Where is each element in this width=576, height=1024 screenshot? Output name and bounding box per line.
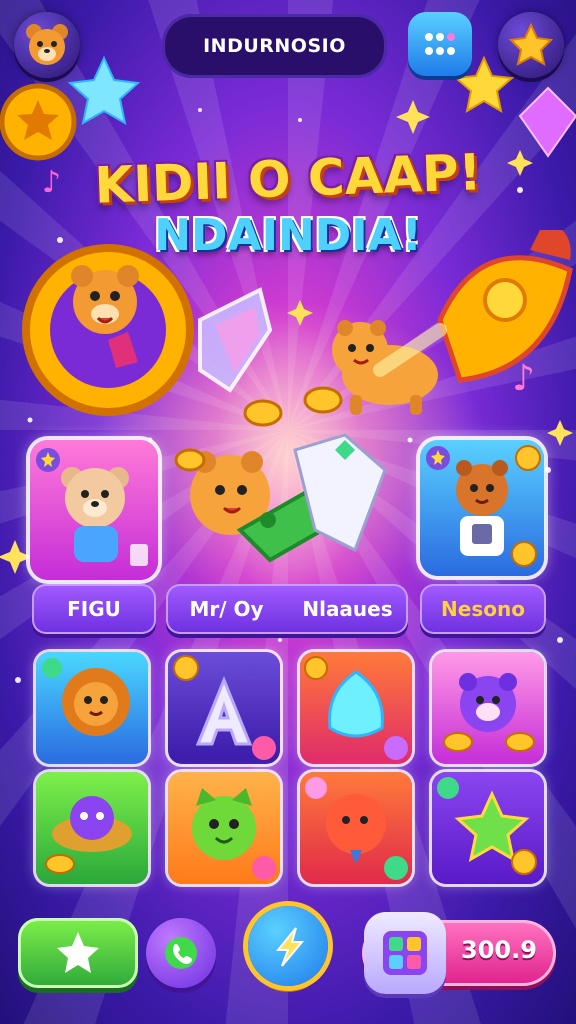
hero-artwork	[22, 230, 573, 427]
svg-text:♪: ♪	[42, 165, 61, 200]
crystal-gem-icon	[304, 656, 408, 760]
item-tile-1[interactable]	[36, 652, 148, 764]
letter-a-icon	[173, 655, 276, 760]
star-rewards-button[interactable]	[498, 12, 564, 78]
bear-face-icon	[26, 24, 68, 65]
red-bird-icon	[305, 777, 408, 880]
phone-icon	[165, 937, 197, 969]
lightning-icon	[275, 927, 305, 967]
center-character-art	[174, 433, 387, 563]
score-value: 300.9	[461, 936, 537, 964]
green-star-icon	[437, 777, 537, 875]
inventory-button[interactable]	[364, 912, 446, 994]
item-tile-7[interactable]	[300, 772, 412, 884]
ufo-creature-icon	[45, 796, 132, 874]
card-label-1[interactable]: FIGU	[32, 584, 156, 634]
item-tile-4[interactable]	[432, 652, 544, 764]
card-label-4[interactable]: Nesono	[420, 584, 546, 634]
avatar-button[interactable]	[14, 12, 80, 78]
star-icon	[57, 932, 99, 973]
star-icon	[508, 22, 554, 66]
card-label-2-group[interactable]: Mr/ Oy Nlaaues	[166, 584, 408, 634]
teddy-bear-icon	[36, 448, 148, 566]
card-label-2: Mr/ Oy	[189, 597, 264, 621]
grid-dots-icon	[425, 33, 455, 55]
squirrel-icon	[426, 445, 541, 567]
item-tile-3[interactable]	[300, 652, 412, 764]
purple-bear-icon	[443, 673, 535, 752]
item-tile-8[interactable]	[432, 772, 544, 884]
boost-button[interactable]	[248, 906, 328, 986]
green-cat-icon	[192, 788, 276, 880]
item-tile-2[interactable]	[168, 652, 280, 764]
friends-button[interactable]	[146, 918, 216, 988]
item-tile-5[interactable]	[36, 772, 148, 884]
menu-button[interactable]	[408, 12, 472, 76]
gift-box-icon	[383, 931, 427, 975]
lion-icon	[42, 658, 130, 736]
character-card-1[interactable]	[30, 440, 158, 580]
play-button[interactable]	[18, 918, 138, 988]
game-title: INDURNOSIO	[162, 14, 387, 78]
card-label-3: Nlaaues	[302, 597, 393, 621]
character-card-2[interactable]	[420, 440, 544, 576]
item-tile-6[interactable]	[168, 772, 280, 884]
